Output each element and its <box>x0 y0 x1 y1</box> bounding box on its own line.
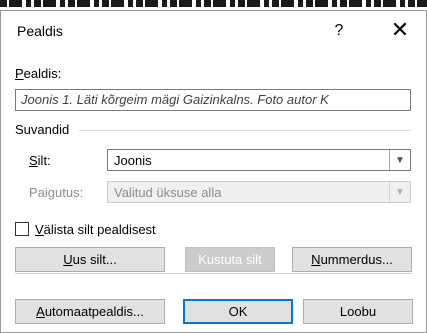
caption-dialog: Pealdis ? ✕ Pealdis: Joonis 1. Läti kõrg… <box>0 10 427 333</box>
exclude-label-text[interactable]: Välista silt pealdisest <box>35 222 156 237</box>
new-label-button[interactable]: Uus silt... <box>15 247 165 272</box>
chevron-down-icon: ▼ <box>389 182 410 202</box>
numbering-button[interactable]: Nummerdus... <box>292 247 412 272</box>
options-group-label: Suvandid <box>15 122 70 137</box>
dialog-title: Pealdis <box>17 23 63 39</box>
label-field-label: Silt: <box>29 153 51 168</box>
exclude-label-checkbox[interactable] <box>15 222 29 236</box>
position-select: Valitud üksuse alla ▼ <box>107 181 411 203</box>
group-divider <box>79 130 411 131</box>
help-button[interactable]: ? <box>329 21 349 41</box>
label-select[interactable]: Joonis ▼ <box>107 149 411 171</box>
autocaption-button[interactable]: Automaatpealdis... <box>15 299 165 324</box>
cancel-button[interactable]: Loobu <box>303 299 413 324</box>
caption-input[interactable]: Joonis 1. Läti kõrgeim mägi Gaizinkalns.… <box>15 89 411 111</box>
divider <box>15 273 412 274</box>
title-bar: Pealdis ? ✕ <box>1 11 426 49</box>
delete-label-button: Kustuta silt <box>185 247 275 272</box>
position-field-label: Paigutus: <box>29 185 84 200</box>
label-select-value: Joonis <box>114 153 152 168</box>
ok-button[interactable]: OK <box>183 299 293 324</box>
position-select-value: Valitud üksuse alla <box>114 185 222 200</box>
caption-label: Pealdis: <box>15 66 62 81</box>
close-icon[interactable]: ✕ <box>389 19 411 41</box>
chevron-down-icon[interactable]: ▼ <box>389 150 410 170</box>
